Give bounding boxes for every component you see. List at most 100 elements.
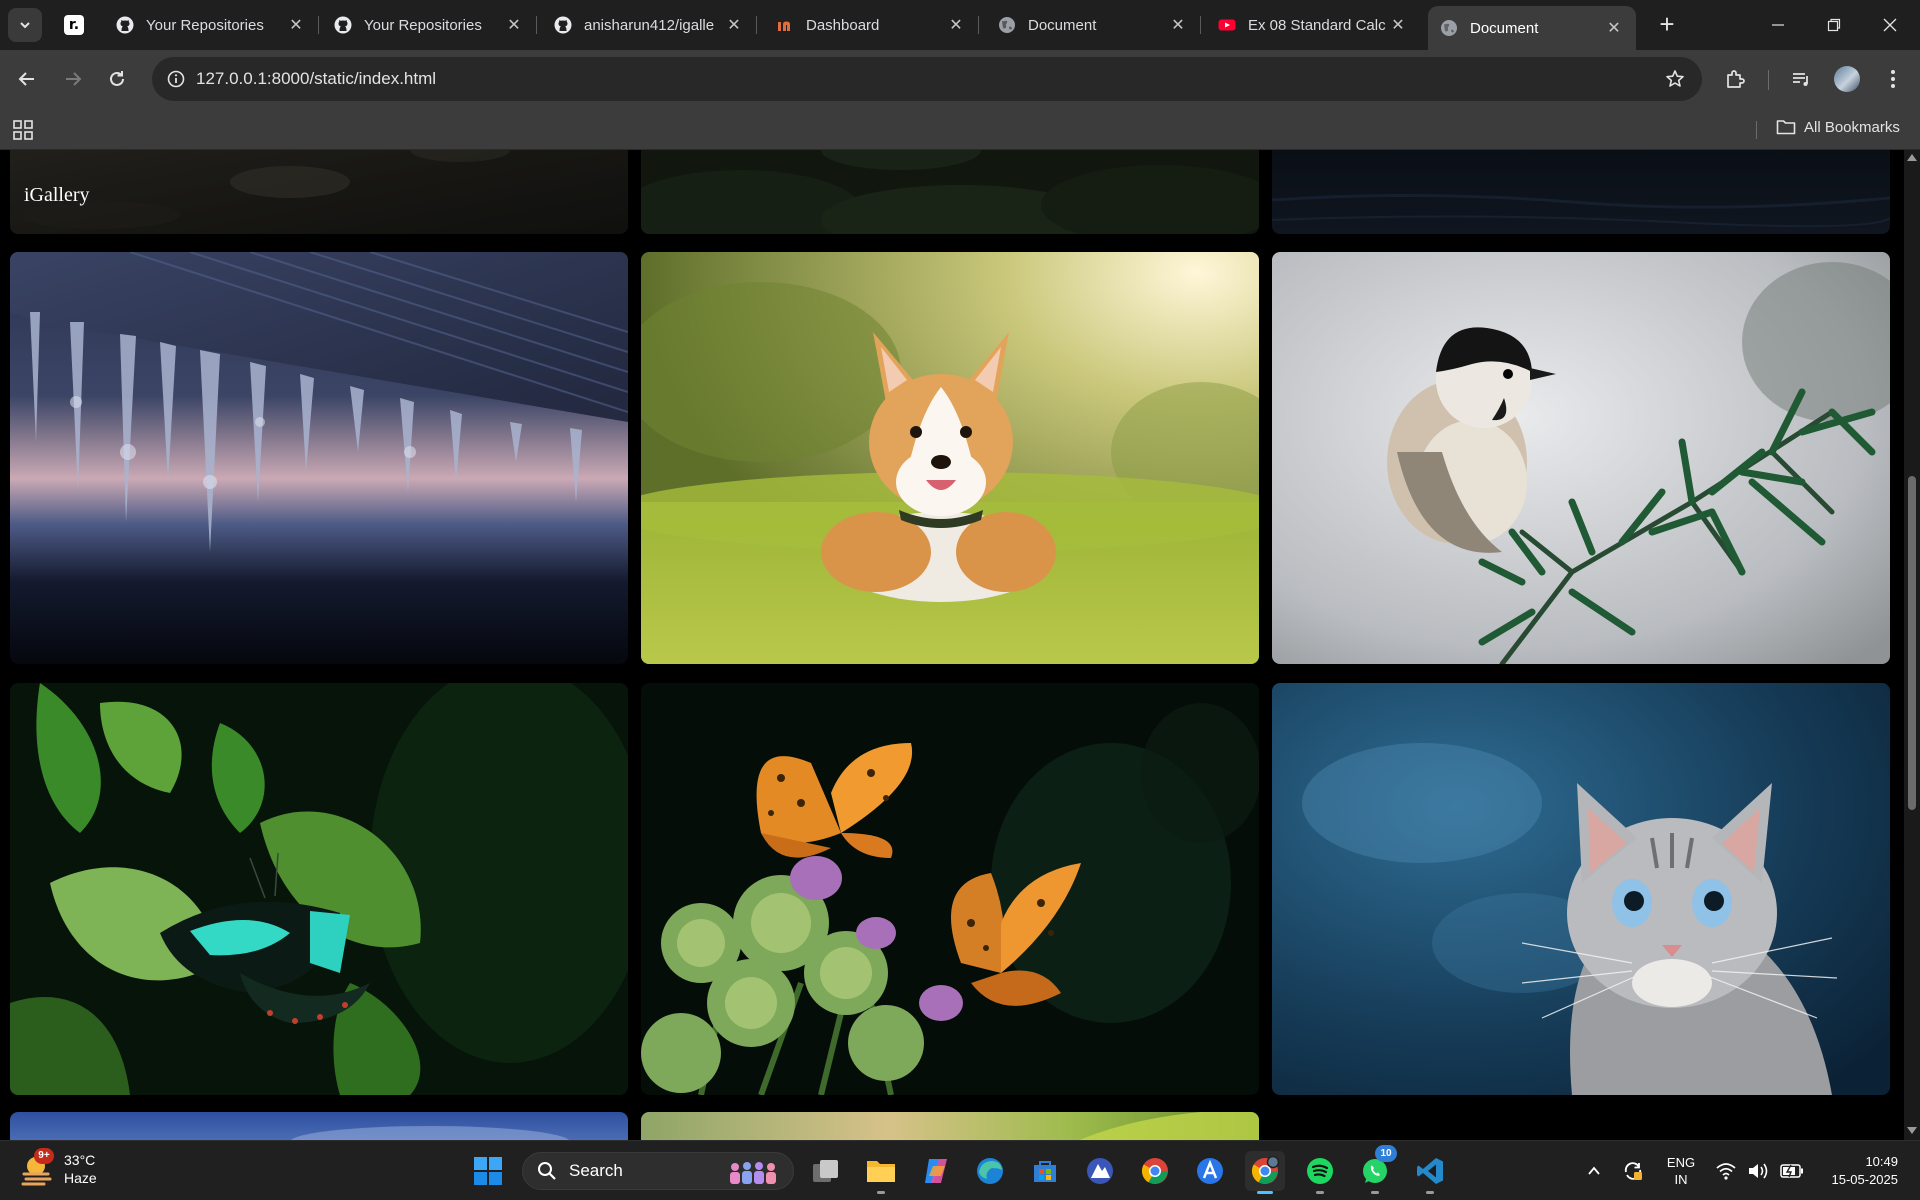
task-view-icon [813, 1160, 838, 1182]
bookmarks-bar: All Bookmarks [0, 108, 1920, 150]
tab-your-repositories-1[interactable]: Your Repositories ✕ [104, 8, 319, 42]
gallery-image-kitten[interactable] [1272, 683, 1890, 1095]
gallery-image-chickadee[interactable] [1272, 252, 1890, 664]
gallery-image-icicles[interactable] [10, 252, 628, 664]
bookmarks-divider [1756, 121, 1757, 139]
chickadee-image [1272, 252, 1890, 664]
close-icon[interactable]: ✕ [1388, 15, 1408, 35]
close-window-button[interactable] [1862, 0, 1918, 50]
close-icon[interactable]: ✕ [504, 15, 524, 35]
tab-title: Document [1028, 16, 1097, 34]
taskbar-copilot[interactable] [916, 1151, 956, 1191]
tab-igallery-repo[interactable]: anisharun412/igalle ✕ [542, 8, 757, 42]
tab-divider [756, 16, 757, 34]
bookmark-star-button[interactable] [1662, 66, 1688, 92]
tab-document-active[interactable]: Document ✕ [1428, 6, 1636, 50]
taskbar-app-store-a[interactable] [1190, 1151, 1230, 1191]
battery-icon [1780, 1164, 1804, 1178]
taskbar-store[interactable] [1025, 1151, 1065, 1191]
globe-icon [999, 17, 1015, 33]
taskbar-chrome-1[interactable] [1135, 1151, 1175, 1191]
tab-document-1[interactable]: Document ✕ [986, 8, 1201, 42]
icicles-image [10, 252, 628, 664]
restore-button[interactable] [1806, 0, 1862, 50]
whatsapp-unread-badge: 10 [1375, 1145, 1397, 1162]
show-hidden-icons-button[interactable] [1580, 1151, 1608, 1191]
extensions-button[interactable] [1718, 62, 1752, 96]
close-icon[interactable]: ✕ [724, 15, 744, 35]
back-button[interactable] [10, 62, 44, 96]
taskbar-edge[interactable] [970, 1151, 1010, 1191]
orange-butterflies-image [641, 683, 1259, 1095]
minimize-icon [1772, 24, 1784, 26]
taskbar-vscode[interactable] [1410, 1151, 1450, 1194]
app-a-icon [1197, 1158, 1223, 1184]
gallery-image-plant[interactable] [641, 1112, 1259, 1140]
input-language-button[interactable]: ENG IN [1658, 1151, 1704, 1191]
address-bar[interactable]: 127.0.0.1:8000/static/index.html [152, 57, 1702, 101]
tab-search-button[interactable] [8, 8, 42, 42]
start-button[interactable] [468, 1151, 508, 1191]
taskbar-spotify[interactable] [1300, 1151, 1340, 1194]
chrome-menu-button[interactable] [1876, 62, 1910, 96]
browser-toolbar: 127.0.0.1:8000/static/index.html [0, 50, 1920, 108]
quick-settings-button[interactable] [1710, 1151, 1810, 1191]
mountain-app-icon [1087, 1158, 1113, 1184]
chevron-down-icon [20, 22, 30, 29]
clock-time: 10:49 [1865, 1154, 1898, 1169]
tab-dashboard[interactable]: Dashboard ✕ [764, 8, 979, 42]
running-indicator [1257, 1191, 1273, 1194]
taskbar-file-explorer[interactable] [861, 1151, 901, 1194]
page-viewport: iGallery [0, 150, 1904, 1140]
weather-haze-icon: 9+ [20, 1148, 54, 1186]
taskbar-search[interactable]: Search [522, 1152, 794, 1190]
pinned-tab[interactable]: r. [58, 9, 90, 41]
new-tab-button[interactable]: + [1650, 8, 1684, 42]
sync-icon [1624, 1162, 1642, 1180]
url-text[interactable]: 127.0.0.1:8000/static/index.html [196, 69, 436, 89]
sync-tray-button[interactable] [1618, 1151, 1648, 1191]
forward-button[interactable] [56, 62, 90, 96]
gallery-image-orange-butterflies[interactable] [641, 683, 1259, 1095]
store-icon [1034, 1161, 1056, 1182]
media-control-button[interactable] [1784, 62, 1818, 96]
tab-your-repositories-2[interactable]: Your Repositories ✕ [322, 8, 537, 42]
minimize-button[interactable] [1750, 0, 1806, 50]
close-icon[interactable]: ✕ [1604, 18, 1624, 38]
clock-button[interactable]: 10:49 15-05-2025 [1812, 1151, 1899, 1191]
gallery-image-sky[interactable] [10, 1112, 628, 1140]
tab-divider [318, 16, 319, 34]
close-icon[interactable]: ✕ [286, 15, 306, 35]
weather-temperature: 33°C [64, 1152, 96, 1168]
close-icon[interactable]: ✕ [1168, 15, 1188, 35]
taskbar-app-blue-triangle[interactable] [1080, 1151, 1120, 1191]
scrollbar-thumb[interactable] [1908, 476, 1916, 810]
dashboard-icon [778, 21, 790, 31]
page-scrollbar[interactable] [1904, 150, 1920, 1140]
tab-title: Your Repositories [146, 16, 264, 34]
taskbar-whatsapp[interactable]: 10 [1355, 1145, 1397, 1194]
site-info-button[interactable] [162, 65, 190, 93]
media-queue-icon [1793, 73, 1808, 86]
gallery-image-green-butterfly[interactable] [10, 683, 628, 1095]
corgi-image [641, 252, 1259, 664]
gallery-image-corgi[interactable] [641, 252, 1259, 664]
taskbar-task-view[interactable] [806, 1151, 846, 1191]
avatar [1834, 66, 1860, 92]
site-title[interactable]: iGallery [24, 184, 90, 207]
language-code: ENG [1666, 1155, 1696, 1170]
scroll-down-arrow-icon[interactable] [1907, 1127, 1917, 1134]
reload-button[interactable] [100, 62, 134, 96]
profile-button[interactable] [1830, 62, 1864, 96]
taskbar-chrome-active[interactable] [1245, 1151, 1285, 1194]
tab-title: Document [1470, 19, 1539, 37]
all-bookmarks-button[interactable]: All Bookmarks [1776, 118, 1900, 136]
weather-widget[interactable]: 9+ 33°C Haze [20, 1148, 97, 1187]
scroll-up-arrow-icon[interactable] [1907, 154, 1917, 161]
tab-youtube-calc[interactable]: Ex 08 Standard Calc ✕ [1206, 8, 1420, 42]
copilot-icon [925, 1159, 947, 1183]
close-icon[interactable]: ✕ [946, 15, 966, 35]
github-icon [116, 16, 134, 34]
close-icon [1883, 18, 1897, 32]
apps-grid-icon[interactable] [12, 119, 34, 141]
